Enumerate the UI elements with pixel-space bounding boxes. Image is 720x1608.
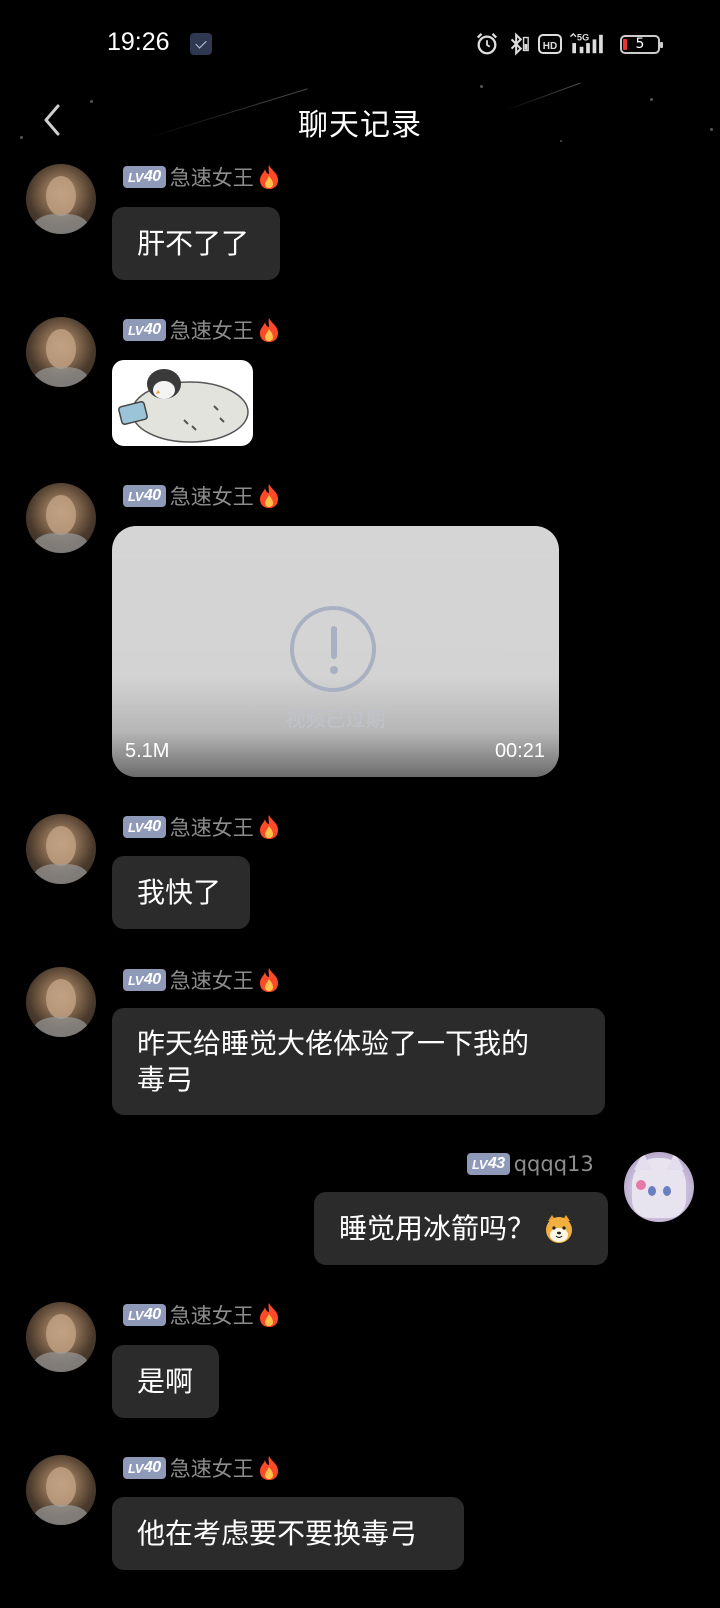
sender-avatar[interactable] <box>26 814 96 884</box>
notification-icon <box>190 33 212 55</box>
level-badge: LV 43 <box>467 1153 510 1175</box>
message-text-line: 毒弓 <box>137 1062 194 1096</box>
message-text-line: 昨天给睡觉大佬体验了一下我的 <box>137 1026 530 1060</box>
message-meta: LV 40 急速女王 <box>123 815 280 840</box>
message-text: 我快了 <box>137 875 222 909</box>
fire-icon <box>259 1303 278 1327</box>
video-status: 视频已过期 <box>285 707 386 731</box>
battery-icon: 5 <box>620 35 663 54</box>
level-badge: LV 40 <box>123 485 166 507</box>
fire-icon <box>259 815 278 839</box>
sender-avatar[interactable] <box>26 164 96 234</box>
sender-name: 急速女王 <box>169 1457 254 1481</box>
message-meta: LV 40 急速女王 <box>123 318 280 343</box>
message-meta: LV 40 急速女王 <box>123 165 280 190</box>
alarm-icon <box>476 33 498 55</box>
fire-icon <box>259 484 278 508</box>
fire-icon <box>259 1456 278 1480</box>
video-message[interactable]: 视频已过期 5.1M 00:21 <box>112 526 559 777</box>
sender-avatar[interactable] <box>26 483 96 553</box>
message-meta: LV 40 急速女王 <box>123 484 280 509</box>
sender-name: 急速女王 <box>169 816 254 840</box>
sender-name: 急速女王 <box>169 969 254 993</box>
message-text: 肝不了了 <box>137 226 250 260</box>
message-bubble[interactable]: 是啊 <box>112 1345 219 1418</box>
message-text: 睡觉用冰箭吗？ <box>339 1211 536 1245</box>
video-duration: 00:21 <box>494 740 545 762</box>
level-badge: LV 40 <box>123 1457 166 1479</box>
fire-icon <box>259 165 278 189</box>
shiba-dog-emoji <box>546 1214 573 1243</box>
message-bubble[interactable]: 我快了 <box>112 856 250 929</box>
level-badge: LV 40 <box>123 319 166 341</box>
status-time: 19:26 <box>107 28 170 56</box>
message-bubble[interactable]: 肝不了了 <box>112 207 280 280</box>
level-badge: LV 40 <box>123 969 166 991</box>
sender-avatar[interactable] <box>26 1455 96 1525</box>
message-text: 他在考虑要不要换毒弓 <box>137 1516 418 1550</box>
fire-icon <box>259 968 278 992</box>
warning-icon <box>290 606 376 692</box>
video-size: 5.1M <box>125 740 170 762</box>
message-bubble[interactable]: 他在考虑要不要换毒弓 <box>112 1497 464 1570</box>
message-bubble[interactable]: 昨天给睡觉大佬体验了一下我的 毒弓 <box>112 1008 605 1115</box>
sender-name: 急速女王 <box>169 319 254 343</box>
message-text: 是啊 <box>137 1364 194 1398</box>
sender-name: 急速女王 <box>169 485 254 509</box>
my-avatar[interactable] <box>624 1152 694 1222</box>
sender-name: 急速女王 <box>169 166 254 190</box>
fire-icon <box>259 318 278 342</box>
message-bubble[interactable]: 睡觉用冰箭吗？ <box>314 1192 608 1265</box>
penguin-sticker[interactable] <box>112 360 253 446</box>
bluetooth-icon <box>510 32 529 56</box>
sender-avatar[interactable] <box>26 1302 96 1372</box>
hd-icon: HD <box>538 34 562 54</box>
level-badge: LV 40 <box>123 1304 166 1326</box>
message-meta: LV 40 急速女王 <box>123 968 280 993</box>
message-meta: LV 43 qqqq13 <box>467 1152 594 1176</box>
svg-text:5G: 5G <box>577 32 589 42</box>
sender-avatar[interactable] <box>26 967 96 1037</box>
svg-text:HD: HD <box>543 41 557 52</box>
message-meta: LV 40 急速女王 <box>123 1456 280 1481</box>
message-meta: LV 40 急速女王 <box>123 1303 280 1328</box>
signal-icon: 5G <box>569 32 603 54</box>
penguin-sticker-image <box>118 369 249 443</box>
sender-name: qqqq13 <box>513 1152 594 1176</box>
level-badge: LV 40 <box>123 166 166 188</box>
sender-name: 急速女王 <box>169 1304 254 1328</box>
level-badge: LV 40 <box>123 816 166 838</box>
sender-avatar[interactable] <box>26 317 96 387</box>
page-title: 聊天记录 <box>298 108 422 143</box>
